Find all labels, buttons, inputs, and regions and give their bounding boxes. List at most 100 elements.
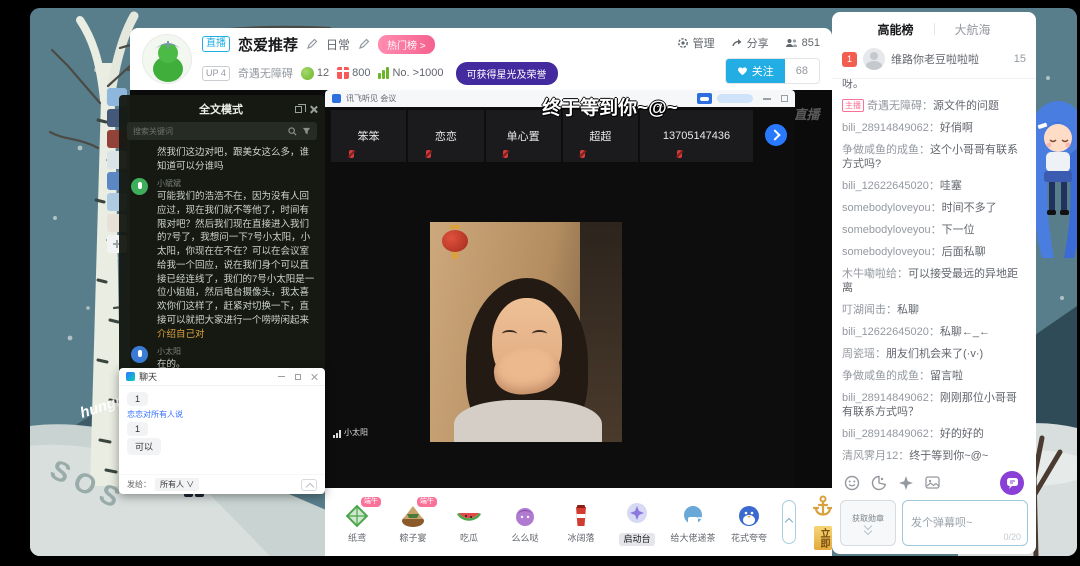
- gift-item[interactable]: 么么哒: [497, 500, 553, 545]
- share-icon: [731, 38, 742, 46]
- meeting-chat-window: 聊天 1 恋恋对所有人说 1 可以 发给： 所有人 ∨: [119, 368, 325, 494]
- chat-message: bili_12622645020：私聊←_←: [842, 326, 990, 339]
- room-category[interactable]: 日常: [326, 36, 350, 53]
- meeting-app-icon: [332, 94, 341, 103]
- penguin-icon: [739, 505, 759, 526]
- rank-row[interactable]: 1 维路你老豆啦啦啦 15: [832, 46, 1036, 79]
- festival-badge: 端午: [417, 496, 437, 507]
- get-medal-button[interactable]: 获取勋章: [840, 500, 896, 546]
- chat-username[interactable]: 周瓷瑶: [842, 348, 875, 360]
- send-target-dropdown[interactable]: 所有人 ∨: [155, 478, 200, 491]
- chat-message: somebodyloveyou：下一位: [842, 223, 975, 236]
- chat-username[interactable]: 清风霁月12: [842, 450, 898, 462]
- collapse-gifts-button[interactable]: [782, 500, 796, 544]
- tab-fleet[interactable]: 大航海: [955, 21, 991, 38]
- chat-message: bili_28914849062：刚刚那位小哥哥有联系方式吗？: [842, 391, 1017, 419]
- chat-text: 时间不多了: [941, 202, 997, 215]
- maximize-icon[interactable]: [781, 95, 788, 102]
- chat-message: somebodyloveyou：后面私聊: [842, 245, 986, 258]
- mic-muted-icon: [348, 150, 354, 158]
- join-fleet-label: 立即上舰: [814, 526, 832, 550]
- close-window-icon[interactable]: [309, 105, 317, 113]
- chat-window-title: 聊天: [139, 372, 158, 382]
- chat-username[interactable]: 争做咸鱼的成鱼: [842, 144, 919, 156]
- chat-username[interactable]: bili_12622645020: [842, 180, 929, 192]
- danmaku-assistant-button[interactable]: [1000, 471, 1024, 495]
- filter-icon[interactable]: [302, 127, 311, 136]
- gift-item[interactable]: 启动台: [609, 497, 665, 547]
- chat-username[interactable]: somebodyloveyou: [842, 246, 931, 258]
- streamer-name[interactable]: 奇遇无障碍: [238, 65, 293, 81]
- mascot-icon: [153, 41, 183, 82]
- gift-item[interactable]: 端午 纸鸢: [329, 496, 385, 545]
- restore-window-icon[interactable]: [295, 103, 306, 113]
- minimize-icon[interactable]: [278, 375, 285, 378]
- up-level-badge: UP 4: [202, 65, 230, 81]
- chat-message: 争做咸鱼的成鱼：这个小哥哥有联系方式吗?: [842, 143, 1018, 171]
- chat-username[interactable]: bili_28914849062: [842, 122, 929, 134]
- sender-line: 恋恋对所有人说: [127, 410, 183, 419]
- chat-username[interactable]: somebodyloveyou: [842, 224, 931, 236]
- watermelon-icon: [457, 512, 481, 521]
- momoda-icon: [516, 507, 534, 526]
- live-room-frame: SOS hungry 终于等到你~@~ 直播 恋爱推荐 日常 热门榜 > UP …: [30, 8, 1077, 556]
- chat-message: bili_92493961818：刚才都是好的呀。: [842, 79, 1026, 92]
- gift-item[interactable]: 端午 粽子宴: [385, 496, 441, 545]
- chat-username[interactable]: 木牛嘞啦给: [842, 268, 897, 280]
- starlight-button[interactable]: 可获得星光及荣誉: [455, 61, 558, 85]
- sticker-icon[interactable]: [871, 475, 887, 491]
- transcript-highlight: 介绍自己对: [157, 328, 205, 340]
- hot-rank-badge[interactable]: 热门榜 >: [378, 34, 435, 54]
- woman-shoulders: [454, 400, 602, 442]
- chat-message: 叮湖闻击：私聊: [842, 304, 919, 317]
- chat-username[interactable]: 争做咸鱼的成鱼: [842, 370, 919, 382]
- chat-username[interactable]: bili_12622645020: [842, 326, 929, 338]
- rank-bars-icon: [378, 67, 390, 79]
- gift-item[interactable]: 吃瓜: [441, 500, 497, 545]
- rank-avatar: [863, 48, 885, 70]
- streamer-avatar[interactable]: [142, 34, 192, 84]
- chat-text: 私聊←_←: [939, 326, 990, 339]
- emoji-icon[interactable]: [844, 475, 860, 491]
- rank-username[interactable]: 维路你老豆啦啦啦: [891, 51, 1008, 67]
- chat-username[interactable]: bili_28914849062: [842, 392, 929, 404]
- expand-input-button[interactable]: [301, 478, 317, 491]
- room-title: 恋爱推荐: [238, 36, 299, 54]
- chat-username[interactable]: 叮湖闻击: [842, 304, 886, 316]
- edit-category-icon[interactable]: [358, 38, 370, 50]
- chat-username[interactable]: bili_28914849062: [842, 428, 929, 440]
- maximize-icon[interactable]: [295, 373, 301, 380]
- effects-icon[interactable]: [898, 475, 914, 491]
- speaker-label: 小太阳: [333, 427, 368, 438]
- danmaku-list[interactable]: bili_12622645020：妙呀(*'v'*)/ bili_9249396…: [832, 79, 1036, 468]
- speaker-avatar-icon: [131, 177, 148, 195]
- gift-bar: 端午 纸鸢 端午 粽子宴 吃瓜 么么哒 冰阔落 启动台 给大佬递茶 花式夸夸 立…: [325, 488, 834, 556]
- follow-button[interactable]: 关注: [725, 58, 785, 83]
- danmaku-overlay-text: 终于等到你~@~: [542, 98, 678, 119]
- transcript-search[interactable]: 搜索关键词: [127, 122, 317, 140]
- tab-high-energy[interactable]: 高能榜: [877, 21, 913, 38]
- speech-bubble-icon: [1006, 478, 1018, 489]
- gift-item[interactable]: 冰阔落: [553, 500, 609, 545]
- manage-button[interactable]: 管理: [693, 35, 715, 51]
- cola-icon: [576, 504, 586, 526]
- gift-item[interactable]: 花式夸夸: [721, 500, 777, 545]
- close-icon[interactable]: [311, 373, 318, 380]
- room-header: 直播 恋爱推荐 日常 热门榜 > UP 4 奇遇无障碍 12 800 No. >…: [130, 28, 832, 90]
- next-participants-arrow[interactable]: [765, 124, 787, 146]
- transcript-paragraph: 然我们这边对吧，跟美女这么多，谁知道可以分谁吗: [157, 147, 310, 172]
- transcript-paragraph: 可能我们的浩浩不在，因为没有人回应过，现在我们就不等他了，时间有限对吧？然后我们…: [157, 191, 315, 327]
- edit-title-icon[interactable]: [306, 38, 318, 50]
- share-button[interactable]: 分享: [747, 35, 769, 51]
- participant-name: 笨笨: [357, 131, 380, 143]
- participant-tile[interactable]: 笨笨: [331, 110, 407, 162]
- chat-window-titlebar[interactable]: 聊天: [119, 368, 325, 386]
- image-icon[interactable]: [925, 475, 942, 491]
- festival-badge: 端午: [361, 496, 381, 507]
- gift-item[interactable]: 给大佬递茶: [665, 500, 721, 545]
- minimize-icon[interactable]: [763, 97, 771, 100]
- chat-username[interactable]: somebodyloveyou: [842, 202, 931, 214]
- chat-message: 木牛嘞啦给：可以接受最远的异地距离: [842, 267, 1018, 295]
- chat-text: 后面私聊: [941, 245, 986, 258]
- chat-username[interactable]: 奇遇无障碍: [867, 100, 922, 112]
